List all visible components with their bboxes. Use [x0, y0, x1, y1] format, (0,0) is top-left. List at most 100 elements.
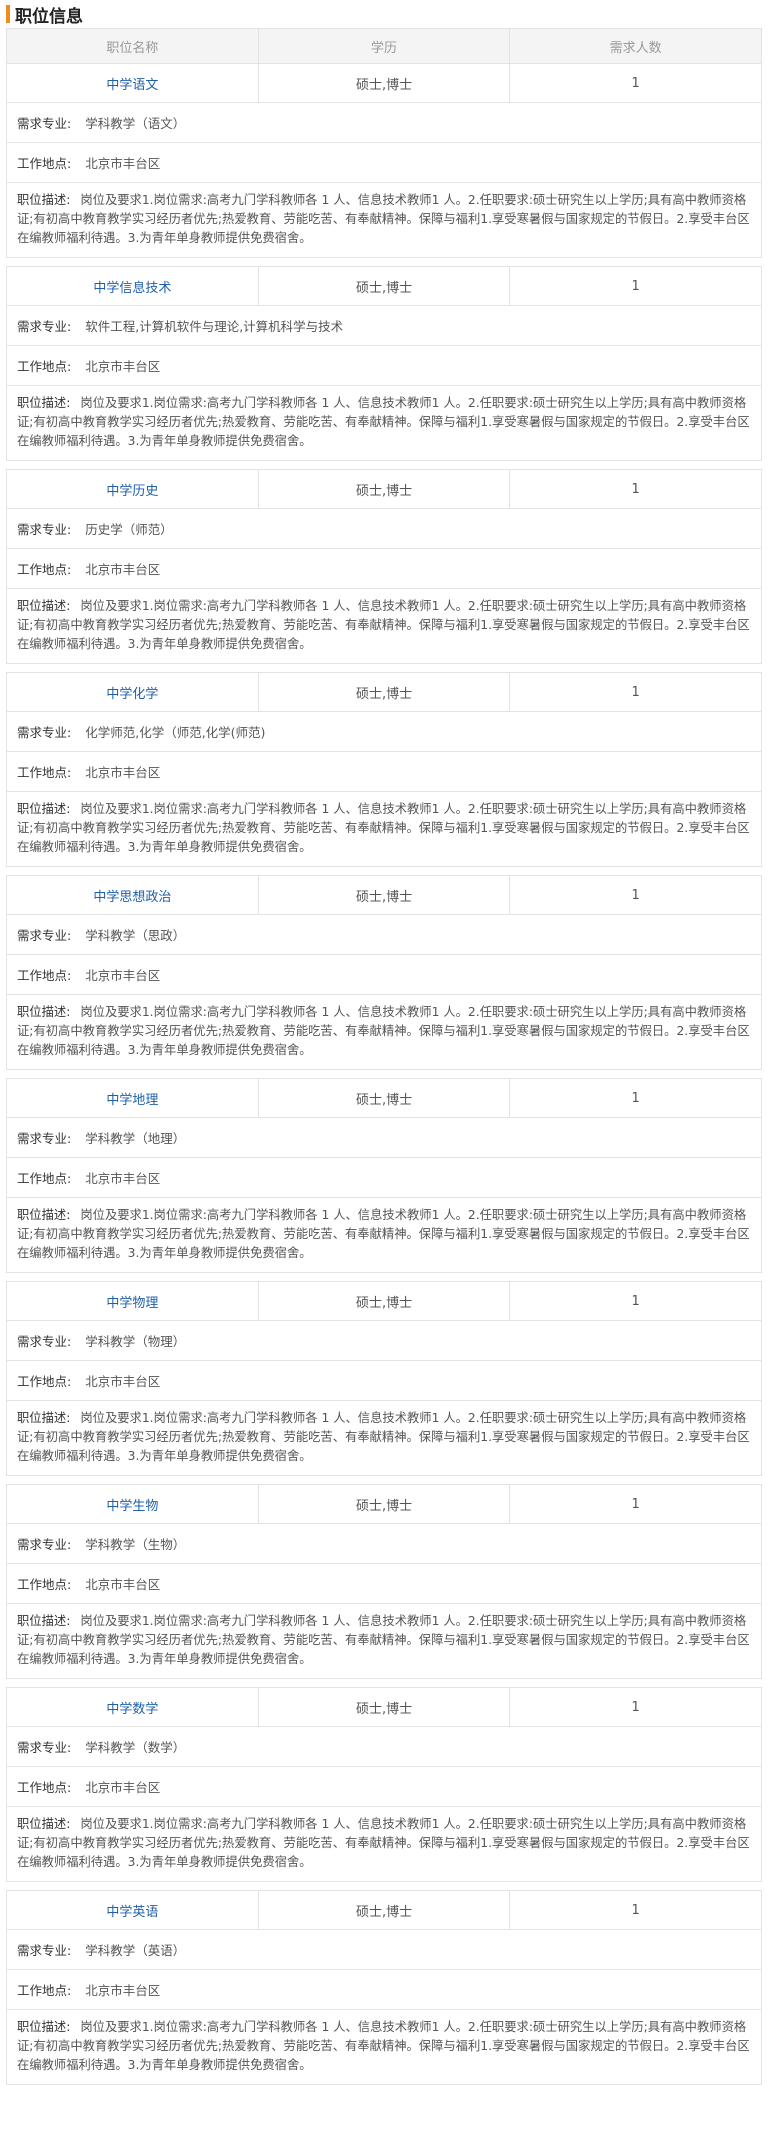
job-location: 北京市丰台区 [85, 1374, 161, 1389]
job-description-text: 岗位及要求1.岗位需求:高考九门学科教师各 1 人、信息技术教师1 人。2.任职… [17, 396, 750, 448]
job-location: 北京市丰台区 [85, 359, 161, 374]
job-location: 北京市丰台区 [85, 1577, 161, 1592]
job-title-link[interactable]: 中学数学 [106, 1698, 158, 1717]
major-label: 需求专业: [17, 1334, 72, 1349]
location-label: 工作地点: [17, 156, 72, 171]
section-header: 职位信息 [6, 0, 762, 28]
job-summary-row: 中学化学 硕士,博士 1 [7, 673, 761, 712]
job-location: 北京市丰台区 [85, 968, 161, 983]
job-location: 北京市丰台区 [85, 765, 161, 780]
job-summary-row: 中学历史 硕士,博士 1 [7, 470, 761, 509]
job-location-row: 工作地点: 北京市丰台区 [7, 1767, 761, 1807]
job-degree: 硕士,博士 [355, 889, 413, 905]
job-title-link[interactable]: 中学思想政治 [93, 886, 171, 905]
job-summary-row: 中学语文 硕士,博士 1 [7, 64, 761, 103]
job-card: 中学生物 硕士,博士 1 需求专业: 学科教学（生物） 工作地点: 北京市丰台区… [6, 1484, 762, 1679]
section-accent-bar [6, 5, 10, 23]
table-header: 职位名称 学历 需求人数 [6, 28, 762, 64]
major-label: 需求专业: [17, 725, 72, 740]
job-degree: 硕士,博士 [355, 1701, 413, 1717]
major-label: 需求专业: [17, 1740, 72, 1755]
location-label: 工作地点: [17, 359, 72, 374]
job-degree: 硕士,博士 [355, 1498, 413, 1514]
job-title-link[interactable]: 中学化学 [106, 683, 158, 702]
job-location-row: 工作地点: 北京市丰台区 [7, 1361, 761, 1401]
column-header-name: 职位名称 [7, 29, 259, 63]
description-label: 职位描述: [17, 396, 71, 410]
job-summary-row: 中学生物 硕士,博士 1 [7, 1485, 761, 1524]
job-major-row: 需求专业: 学科教学（物理） [7, 1321, 761, 1361]
job-major-row: 需求专业: 学科教学（地理） [7, 1118, 761, 1158]
location-label: 工作地点: [17, 1983, 72, 1998]
job-major: 化学师范,化学（师范,化学(师范) [85, 725, 266, 740]
job-description-text: 岗位及要求1.岗位需求:高考九门学科教师各 1 人、信息技术教师1 人。2.任职… [17, 193, 750, 245]
job-location: 北京市丰台区 [85, 156, 161, 171]
column-header-degree: 学历 [259, 29, 511, 63]
job-title-link[interactable]: 中学信息技术 [93, 277, 171, 296]
job-major-row: 需求专业: 学科教学（语文） [7, 103, 761, 143]
location-label: 工作地点: [17, 1577, 72, 1592]
job-count: 1 [631, 887, 640, 903]
major-label: 需求专业: [17, 928, 72, 943]
job-title-link[interactable]: 中学物理 [106, 1292, 158, 1311]
description-label: 职位描述: [17, 599, 71, 613]
job-title-link[interactable]: 中学英语 [106, 1901, 158, 1920]
description-label: 职位描述: [17, 1005, 71, 1019]
job-description: 职位描述: 岗位及要求1.岗位需求:高考九门学科教师各 1 人、信息技术教师1 人… [7, 995, 761, 1069]
job-summary-row: 中学信息技术 硕士,博士 1 [7, 267, 761, 306]
job-location-row: 工作地点: 北京市丰台区 [7, 752, 761, 792]
job-degree: 硕士,博士 [355, 1092, 413, 1108]
description-label: 职位描述: [17, 193, 71, 207]
job-count: 1 [631, 75, 640, 91]
section-title: 职位信息 [15, 6, 83, 27]
major-label: 需求专业: [17, 522, 72, 537]
job-card: 中学信息技术 硕士,博士 1 需求专业: 软件工程,计算机软件与理论,计算机科学… [6, 266, 762, 461]
job-degree: 硕士,博士 [355, 686, 413, 702]
description-label: 职位描述: [17, 1614, 71, 1628]
job-location-row: 工作地点: 北京市丰台区 [7, 346, 761, 386]
job-summary-row: 中学物理 硕士,博士 1 [7, 1282, 761, 1321]
job-card: 中学地理 硕士,博士 1 需求专业: 学科教学（地理） 工作地点: 北京市丰台区… [6, 1078, 762, 1273]
job-major: 学科教学（思政） [85, 928, 186, 943]
job-title-link[interactable]: 中学语文 [106, 74, 158, 93]
job-major-row: 需求专业: 学科教学（数学） [7, 1727, 761, 1767]
job-major: 历史学（师范） [85, 522, 173, 537]
job-title-link[interactable]: 中学地理 [106, 1089, 158, 1108]
job-location-row: 工作地点: 北京市丰台区 [7, 1564, 761, 1604]
job-count: 1 [631, 278, 640, 294]
job-description: 职位描述: 岗位及要求1.岗位需求:高考九门学科教师各 1 人、信息技术教师1 人… [7, 792, 761, 866]
location-label: 工作地点: [17, 765, 72, 780]
job-degree: 硕士,博士 [355, 280, 413, 296]
description-label: 职位描述: [17, 802, 71, 816]
job-location: 北京市丰台区 [85, 1171, 161, 1186]
job-location-row: 工作地点: 北京市丰台区 [7, 549, 761, 589]
job-count: 1 [631, 481, 640, 497]
job-major: 学科教学（物理） [85, 1334, 186, 1349]
job-degree: 硕士,博士 [355, 1904, 413, 1920]
job-description: 职位描述: 岗位及要求1.岗位需求:高考九门学科教师各 1 人、信息技术教师1 人… [7, 1401, 761, 1475]
job-description-text: 岗位及要求1.岗位需求:高考九门学科教师各 1 人、信息技术教师1 人。2.任职… [17, 1005, 750, 1057]
job-major-row: 需求专业: 学科教学（思政） [7, 915, 761, 955]
job-card: 中学物理 硕士,博士 1 需求专业: 学科教学（物理） 工作地点: 北京市丰台区… [6, 1281, 762, 1476]
job-description-text: 岗位及要求1.岗位需求:高考九门学科教师各 1 人、信息技术教师1 人。2.任职… [17, 599, 750, 651]
location-label: 工作地点: [17, 1171, 72, 1186]
job-description-text: 岗位及要求1.岗位需求:高考九门学科教师各 1 人、信息技术教师1 人。2.任职… [17, 1411, 750, 1463]
description-label: 职位描述: [17, 1411, 71, 1425]
major-label: 需求专业: [17, 319, 72, 334]
job-count: 1 [631, 684, 640, 700]
job-location-row: 工作地点: 北京市丰台区 [7, 143, 761, 183]
major-label: 需求专业: [17, 1131, 72, 1146]
job-count: 1 [631, 1090, 640, 1106]
job-title-link[interactable]: 中学生物 [106, 1495, 158, 1514]
job-major-row: 需求专业: 学科教学（英语） [7, 1930, 761, 1970]
job-list: 中学语文 硕士,博士 1 需求专业: 学科教学（语文） 工作地点: 北京市丰台区… [6, 64, 762, 2085]
location-label: 工作地点: [17, 968, 72, 983]
description-label: 职位描述: [17, 1208, 71, 1222]
job-description-text: 岗位及要求1.岗位需求:高考九门学科教师各 1 人、信息技术教师1 人。2.任职… [17, 2020, 750, 2072]
job-card: 中学思想政治 硕士,博士 1 需求专业: 学科教学（思政） 工作地点: 北京市丰… [6, 875, 762, 1070]
job-description: 职位描述: 岗位及要求1.岗位需求:高考九门学科教师各 1 人、信息技术教师1 人… [7, 1198, 761, 1272]
job-title-link[interactable]: 中学历史 [106, 480, 158, 499]
job-major-row: 需求专业: 学科教学（生物） [7, 1524, 761, 1564]
location-label: 工作地点: [17, 562, 72, 577]
column-header-count: 需求人数 [609, 40, 662, 56]
